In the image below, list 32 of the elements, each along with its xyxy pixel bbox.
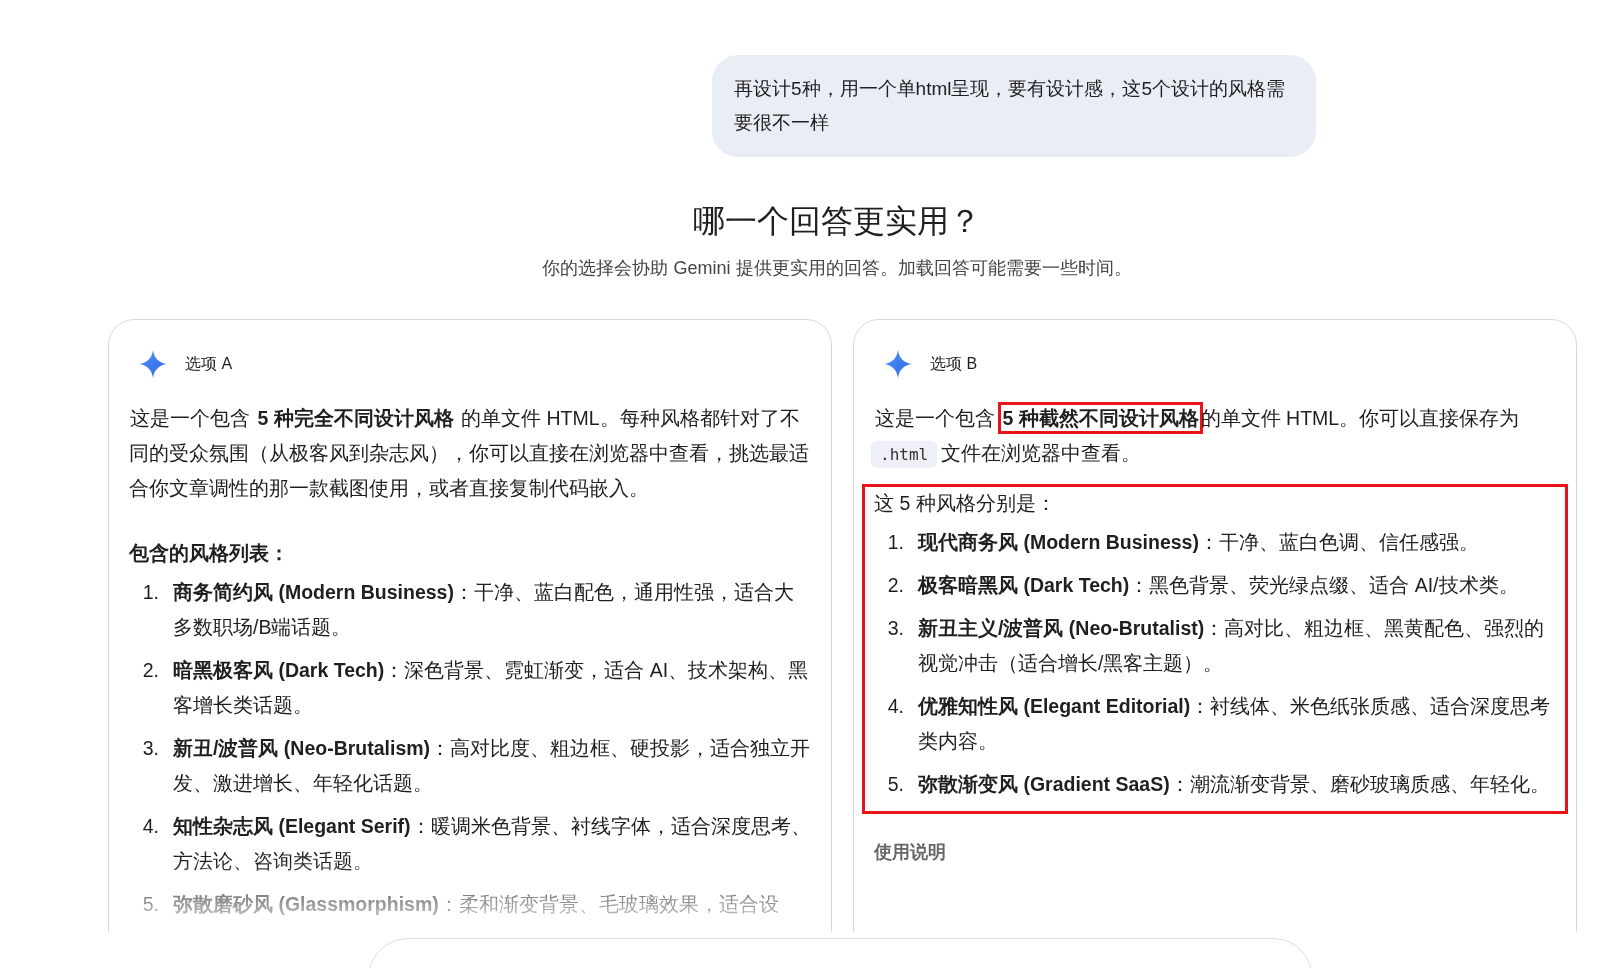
list-number: 5. [141, 892, 160, 917]
comparison-heading: 哪一个回答更实用？ [692, 202, 982, 241]
section-heading: 使用说明 [874, 841, 947, 864]
sparkle-icon [884, 350, 912, 378]
section-title: 包含的风格列表： [129, 541, 290, 566]
list-item-text: 新丑主义/波普风 (Neo-Brutalist)：高对比、粗边框、黑黄配色、强烈的视觉冲击（适合增长/黑客主题）。 [918, 616, 1546, 676]
list-item-text: 新丑/波普风 (Neo-Brutalism)：高对比度、粗边框、硬投影，适合独立开发、激进增长、年轻化话题。 [173, 736, 811, 796]
list-item-text: 弥散渐变风 (Gradient SaaS)：潮流渐变背景、磨砂玻璃质感、年轻化。 [918, 772, 1551, 797]
list-number: 1. [886, 530, 905, 555]
list-number: 5. [886, 772, 905, 797]
list-number: 4. [141, 814, 160, 839]
list-number: 3. [886, 616, 905, 641]
list-item-text: 商务简约风 (Modern Business)：干净、蓝白配色，通用性强，适合大多数职场/B端话题。 [173, 580, 795, 640]
sparkle-icon [139, 350, 167, 378]
list-item-text: 弥散磨砂风 (Glassmorphism)：柔和渐变背景、毛玻璃效果，适合设 [173, 892, 780, 917]
section-title: 这 5 种风格分别是： [874, 491, 1057, 516]
list-number: 3. [141, 736, 160, 761]
list-number: 1. [141, 580, 160, 605]
list-item-text: 知性杂志风 (Elegant Serif)：暖调米色背景、衬线字体，适合深度思考、方法论、咨询类话题。 [173, 814, 811, 874]
list-number: 2. [141, 658, 160, 683]
option-label: 选项 B [930, 353, 978, 374]
list-number: 2. [886, 573, 905, 598]
comparison-subheading: 你的选择会协助 Gemini 提供更实用的回答。加载回答可能需要一些时间。 [541, 257, 1133, 280]
list-item-text: 优雅知性风 (Elegant Editorial)：衬线体、米色纸张质感、适合深度思考类内容。 [918, 694, 1552, 754]
list-item-text: 现代商务风 (Modern Business)：干净、蓝白色调、信任感强。 [918, 530, 1480, 555]
list-item-text: 暗黑极客风 (Dark Tech)：深色背景、霓虹渐变，适合 AI、技术架构、黑客增长类话题。 [173, 658, 810, 718]
user-message-bubble: 再设计5种，用一个单html呈现，要有设计感，这5个设计的风格需要很不一样 [712, 55, 1316, 157]
option-label: 选项 A [185, 353, 233, 374]
list-number: 4. [886, 694, 905, 719]
response-option-card[interactable] [853, 319, 1577, 932]
intro-paragraph: 这是一个包含 5 种完全不同设计风格 的单文件 HTML。每种风格都针对了不同的受众氛围（从极客风到杂志风），你可以直接在浏览器中查看，挑选最适合你文章调性的那一款截图使用，或者直接复制代码嵌入。 [129, 406, 810, 501]
list-item-text: 极客暗黑风 (Dark Tech)：黑色背景、荧光绿点缀、适合 AI/技术类。 [918, 573, 1520, 598]
